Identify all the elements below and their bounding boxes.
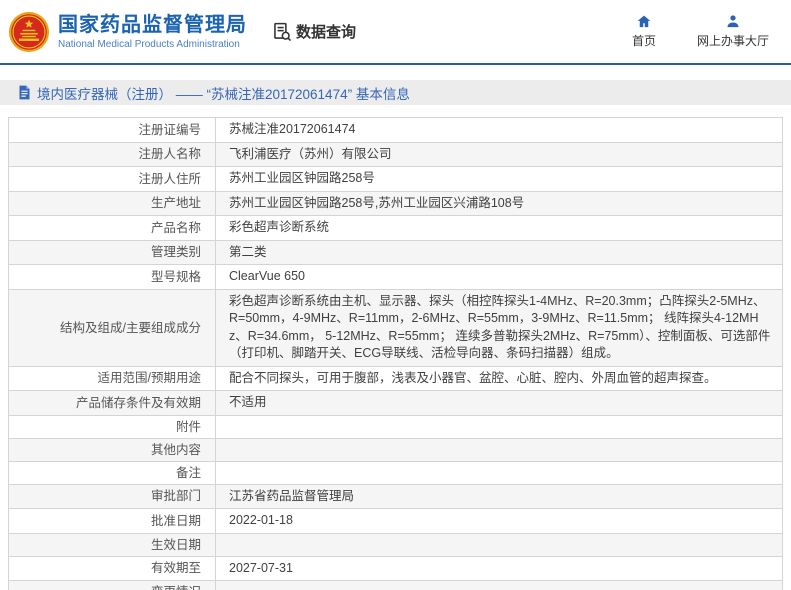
table-row: 型号规格 ClearVue 650 <box>8 264 783 290</box>
nav-item-home[interactable]: 首页 <box>627 14 661 49</box>
row-label: 结构及组成/主要组成成分 <box>8 288 216 367</box>
document-search-icon <box>274 22 292 42</box>
row-value: 飞利浦医疗（苏州）有限公司 <box>215 141 783 167</box>
row-label: 适用范围/预期用途 <box>8 365 216 391</box>
breadcrumb-text: 境内医疗器械（注册） —— “苏械注准20172061474” 基本信息 <box>37 86 410 102</box>
row-value <box>215 580 783 590</box>
row-label: 变更情况 <box>8 580 216 590</box>
table-row: 其他内容 <box>8 437 783 462</box>
data-query-button[interactable]: 数据查询 <box>271 21 356 42</box>
row-value <box>215 532 783 557</box>
table-row: 有效期至 2027-07-31 <box>8 555 783 581</box>
table-row: 产品名称 彩色超声诊断系统 <box>8 215 783 241</box>
header-nav: 首页 网上办事大厅 <box>627 14 769 49</box>
row-label: 注册人住所 <box>8 166 216 192</box>
row-label: 注册证编号 <box>8 117 216 143</box>
row-label: 型号规格 <box>8 264 216 290</box>
data-query-label: 数据查询 <box>296 24 357 41</box>
row-value: 不适用 <box>215 390 783 416</box>
table-row: 生效日期 <box>8 532 783 557</box>
row-value <box>215 437 783 462</box>
table-row: 适用范围/预期用途 配合不同探头，可用于腹部，浅表及小器官、盆腔、心脏、腔内、外周… <box>8 365 783 391</box>
row-value: 彩色超声诊断系统由主机、显示器、探头（相控阵探头1-4MHz、R=20.3mm；… <box>215 288 783 367</box>
row-label: 其他内容 <box>8 437 216 462</box>
row-value: 苏械注准20172061474 <box>215 117 783 143</box>
row-value: 第二类 <box>215 239 783 265</box>
table-row: 审批部门 江苏省药品监督管理局 <box>8 483 783 509</box>
row-value: 2027-07-31 <box>215 555 783 581</box>
row-label: 附件 <box>8 414 216 439</box>
table-row: 结构及组成/主要组成成分 彩色超声诊断系统由主机、显示器、探头（相控阵探头1-4M… <box>8 288 783 367</box>
table-row: 产品储存条件及有效期 不适用 <box>8 390 783 416</box>
national-emblem-logo <box>8 11 50 52</box>
row-label: 有效期至 <box>8 555 216 581</box>
table-row: 注册人住所 苏州工业园区钟园路258号 <box>8 166 783 192</box>
home-icon <box>637 15 651 28</box>
agency-name-cn: 国家药品监督管理局 <box>58 14 247 36</box>
table-row: 变更情况 <box>8 580 783 590</box>
table-row: 批准日期 2022-01-18 <box>8 508 783 534</box>
row-label: 批准日期 <box>8 508 216 534</box>
table-row: 备注 <box>8 460 783 485</box>
breadcrumb: 境内医疗器械（注册） —— “苏械注准20172061474” 基本信息 <box>0 80 791 105</box>
row-value: 2022-01-18 <box>215 508 783 534</box>
row-label: 产品储存条件及有效期 <box>8 390 216 416</box>
nav-item-label: 首页 <box>631 34 656 48</box>
row-value: 苏州工业园区钟园路258号,苏州工业园区兴浦路108号 <box>215 190 783 216</box>
row-label: 生效日期 <box>8 532 216 557</box>
header-divider <box>0 63 791 65</box>
nav-item-label: 网上办事大厅 <box>696 34 769 48</box>
row-value: 江苏省药品监督管理局 <box>215 483 783 509</box>
table-row: 管理类别 第二类 <box>8 239 783 265</box>
row-label: 备注 <box>8 460 216 485</box>
site-header: 国家药品监督管理局 National Medical Products Admi… <box>0 0 791 63</box>
row-value <box>215 414 783 439</box>
agency-name-en: National Medical Products Administration <box>58 39 240 50</box>
table-row: 附件 <box>8 414 783 439</box>
row-label: 产品名称 <box>8 215 216 241</box>
user-icon <box>727 15 739 28</box>
document-icon <box>19 85 30 100</box>
table-row: 注册证编号 苏械注准20172061474 <box>8 117 783 143</box>
nav-item-service-hall[interactable]: 网上办事大厅 <box>697 14 769 49</box>
table-row: 生产地址 苏州工业园区钟园路258号,苏州工业园区兴浦路108号 <box>8 190 783 216</box>
row-value: ClearVue 650 <box>215 264 783 290</box>
registration-info-table: 注册证编号 苏械注准20172061474 注册人名称 飞利浦医疗（苏州）有限公司 注册… <box>8 117 783 590</box>
row-value <box>215 460 783 485</box>
row-label: 审批部门 <box>8 483 216 509</box>
registration-info-tbody: 注册证编号 苏械注准20172061474 注册人名称 飞利浦医疗（苏州）有限公司 注册… <box>8 117 783 590</box>
row-label: 注册人名称 <box>8 141 216 167</box>
row-label: 生产地址 <box>8 190 216 216</box>
row-value: 配合不同探头，可用于腹部，浅表及小器官、盆腔、心脏、腔内、外周血管的超声探查。 <box>215 365 783 391</box>
table-row: 注册人名称 飞利浦医疗（苏州）有限公司 <box>8 141 783 167</box>
row-label: 管理类别 <box>8 239 216 265</box>
row-value: 彩色超声诊断系统 <box>215 215 783 241</box>
row-value: 苏州工业园区钟园路258号 <box>215 166 783 192</box>
agency-title-block: 国家药品监督管理局 National Medical Products Admi… <box>58 13 247 50</box>
